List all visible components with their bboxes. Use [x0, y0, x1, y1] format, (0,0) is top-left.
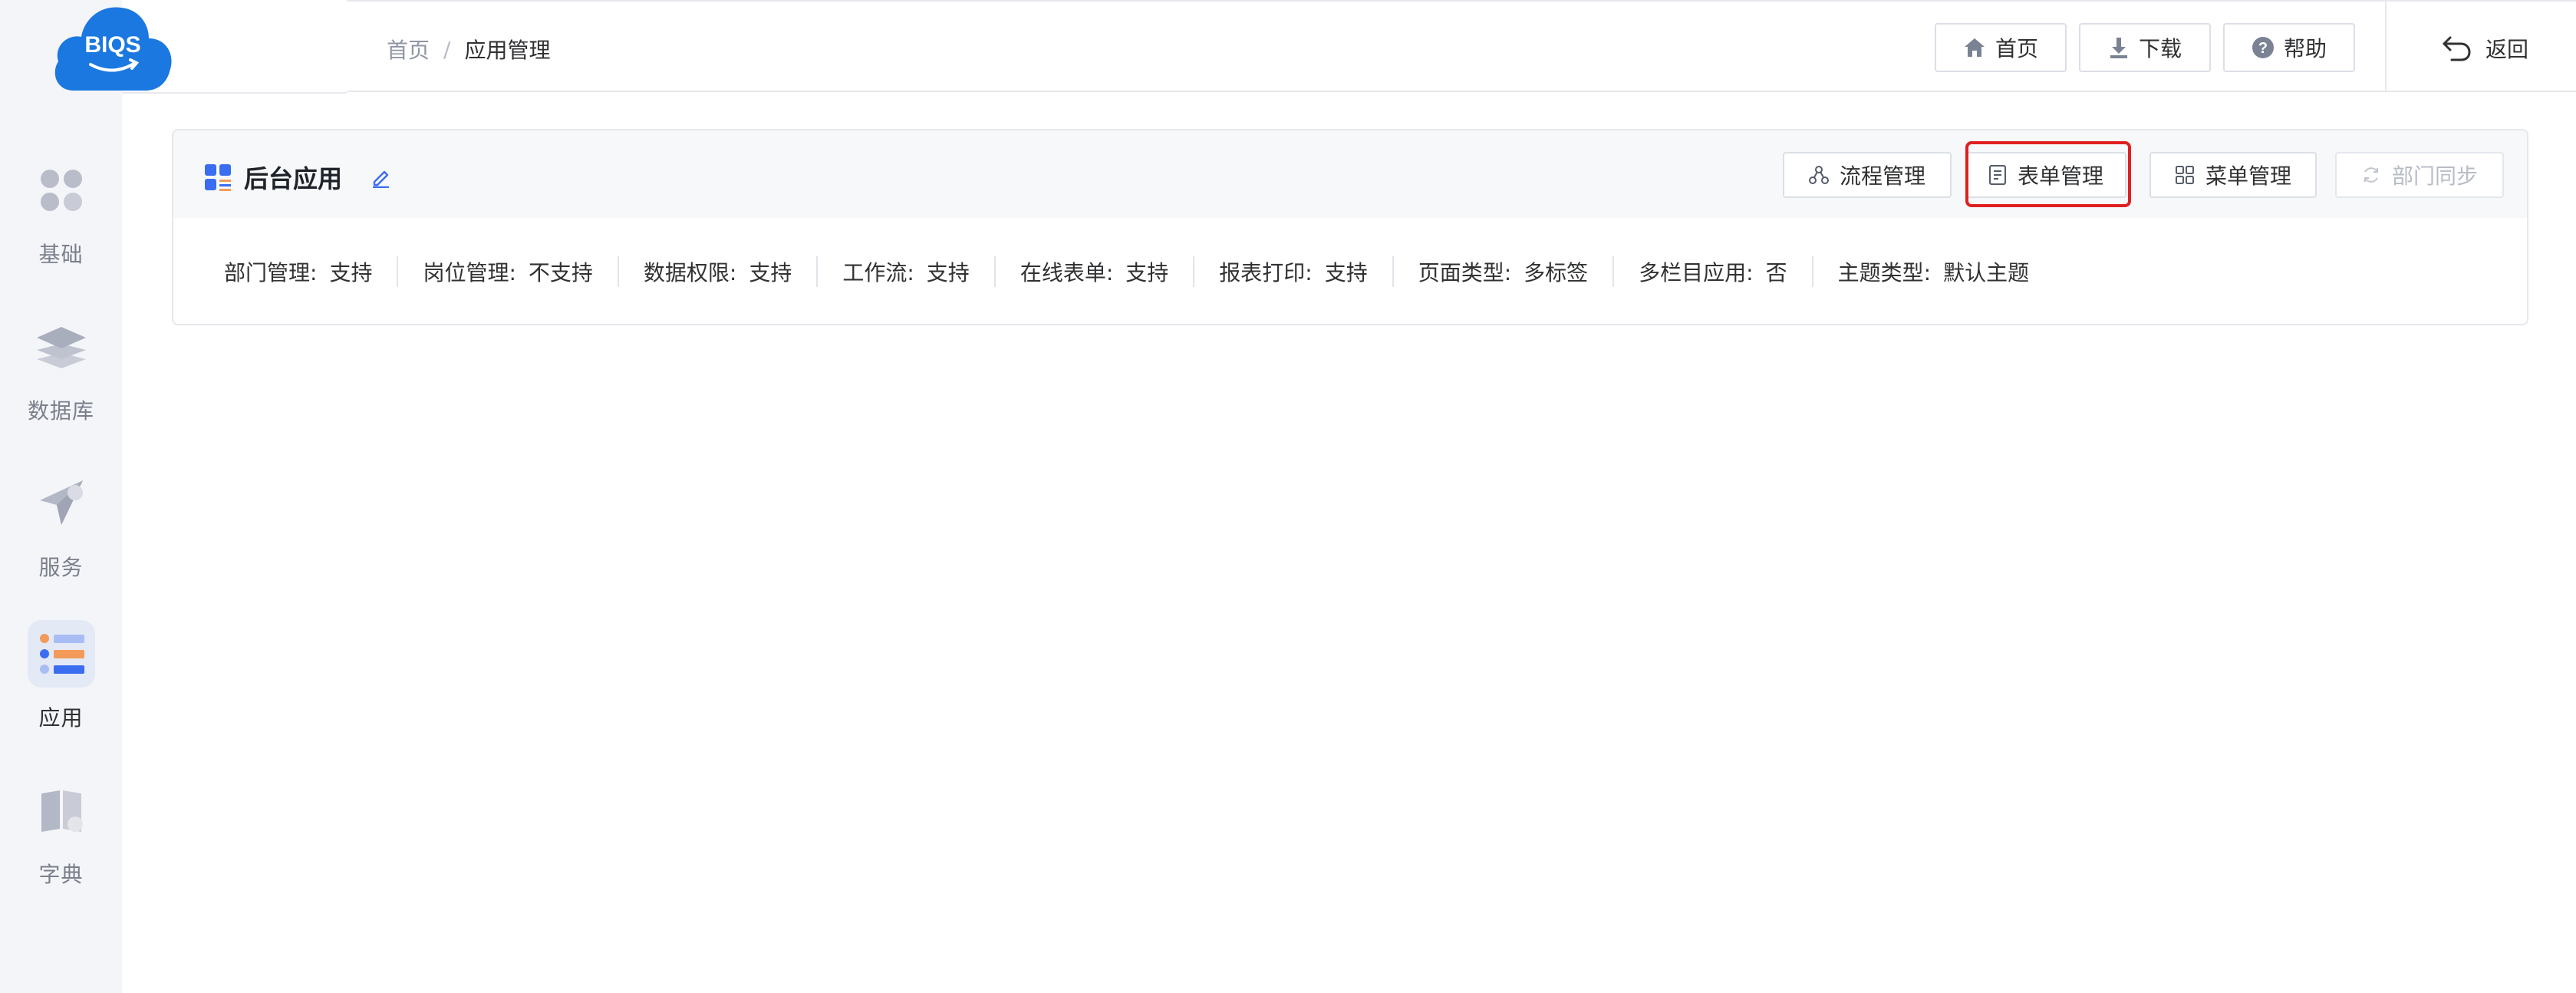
app-title-text: 后台应用	[244, 164, 343, 193]
property-key: 岗位管理:	[423, 260, 516, 285]
menu-manage-button[interactable]: 菜单管理	[2149, 152, 2317, 198]
sidebar-item-basic[interactable]: 基础	[0, 157, 122, 295]
sidebar: BIQS 基础 数据库 服务 应用 字典	[0, 0, 172, 993]
sidebar-item-label: 基础	[38, 242, 84, 267]
form-manage-button[interactable]: 表单管理	[1965, 152, 2126, 198]
property-item: 多栏目应用: 否	[1612, 256, 1811, 287]
app-list-icon	[27, 620, 95, 688]
workflow-manage-label: 流程管理	[1839, 163, 1925, 189]
property-key: 工作流:	[842, 260, 914, 285]
property-value: 否	[1765, 260, 1787, 285]
property-value: 支持	[1125, 260, 1169, 285]
help-button-label: 帮助	[2283, 36, 2327, 61]
home-icon	[1964, 38, 1985, 57]
sidebar-item-service[interactable]: 服务	[0, 470, 122, 608]
sidebar-item-label: 应用	[38, 705, 84, 731]
property-key: 报表打印:	[1219, 260, 1313, 285]
property-value: 支持	[749, 260, 792, 285]
breadcrumb-home-link[interactable]: 首页	[387, 34, 430, 64]
sidebar-item-label: 服务	[38, 555, 84, 580]
help-icon: ?	[2252, 37, 2274, 58]
home-button[interactable]: 首页	[1935, 23, 2067, 72]
cloud-logo-icon: BIQS	[54, 7, 172, 91]
breadcrumb: 首页 / 应用管理	[387, 34, 550, 64]
property-item: 工作流: 支持	[816, 256, 993, 287]
app-card-title: 后台应用	[204, 160, 391, 195]
header-divider-line	[122, 92, 347, 94]
dept-sync-button[interactable]: 部门同步	[2335, 152, 2504, 198]
help-button[interactable]: ? 帮助	[2223, 23, 2355, 72]
biqs-logo[interactable]: BIQS	[51, 0, 175, 92]
app-card: 后台应用 流程管理 表单管理 菜单管理 部门同步 部门管理: 支持 岗位管理: …	[172, 129, 2528, 325]
sidebar-item-label: 数据库	[27, 398, 94, 424]
workflow-manage-button[interactable]: 流程管理	[1783, 152, 1952, 198]
property-value: 不支持	[528, 260, 593, 285]
paper-plane-icon	[28, 470, 95, 537]
download-button-label: 下载	[2138, 36, 2182, 61]
back-arrow-icon	[2443, 36, 2471, 61]
app-properties: 部门管理: 支持 岗位管理: 不支持 数据权限: 支持 工作流: 支持 在线表单…	[224, 256, 2054, 287]
property-key: 页面类型:	[1418, 260, 1512, 285]
home-button-label: 首页	[1995, 36, 2038, 61]
property-item: 页面类型: 多标签	[1392, 256, 1612, 287]
form-document-icon	[1988, 165, 2006, 185]
form-manage-label: 表单管理	[2017, 163, 2103, 189]
layers-icon	[28, 313, 95, 381]
sidebar-item-label: 字典	[38, 862, 84, 887]
menu-manage-label: 菜单管理	[2205, 163, 2291, 189]
property-item: 数据权限: 支持	[617, 256, 816, 287]
property-item: 部门管理: 支持	[224, 256, 397, 287]
svg-text:?: ?	[2258, 40, 2268, 57]
sidebar-item-dictionary[interactable]: 字典	[0, 777, 122, 915]
menu-grid-icon	[2175, 166, 2194, 184]
property-value: 支持	[926, 260, 970, 285]
back-button-label: 返回	[2485, 37, 2529, 62]
back-button[interactable]: 返回	[2441, 29, 2528, 68]
workflow-icon	[1808, 166, 1829, 184]
header-divider	[2385, 2, 2387, 92]
property-value: 多标签	[1524, 260, 1589, 285]
download-icon	[2110, 38, 2127, 58]
top-header: 首页 / 应用管理 首页 下载 ? 帮助 返回	[347, 0, 2576, 92]
book-icon	[28, 777, 95, 844]
download-button[interactable]: 下载	[2079, 23, 2211, 72]
dept-sync-label: 部门同步	[2391, 163, 2478, 189]
breadcrumb-separator: /	[443, 36, 451, 62]
app-card-header: 后台应用 流程管理 表单管理 菜单管理 部门同步	[173, 130, 2527, 218]
property-key: 数据权限:	[643, 260, 737, 285]
property-key: 主题类型:	[1837, 260, 1932, 285]
apps-grid-icon	[28, 157, 95, 224]
sync-icon	[2364, 167, 2378, 183]
sidebar-item-app[interactable]: 应用	[0, 620, 122, 758]
property-key: 部门管理:	[224, 260, 318, 285]
edit-icon[interactable]	[370, 167, 391, 188]
property-item: 岗位管理: 不支持	[397, 256, 617, 287]
property-item: 在线表单: 支持	[993, 256, 1193, 287]
sidebar-item-database[interactable]: 数据库	[0, 313, 122, 451]
property-value: 默认主题	[1943, 260, 2030, 285]
property-key: 多栏目应用:	[1639, 260, 1754, 285]
svg-text:BIQS: BIQS	[84, 32, 140, 58]
property-value: 支持	[329, 260, 373, 285]
app-grid-icon	[205, 164, 231, 191]
property-value: 支持	[1324, 260, 1368, 285]
breadcrumb-current: 应用管理	[464, 38, 551, 63]
property-key: 在线表单:	[1020, 260, 1114, 285]
property-item: 报表打印: 支持	[1193, 256, 1392, 287]
property-item: 主题类型: 默认主题	[1811, 256, 2054, 287]
